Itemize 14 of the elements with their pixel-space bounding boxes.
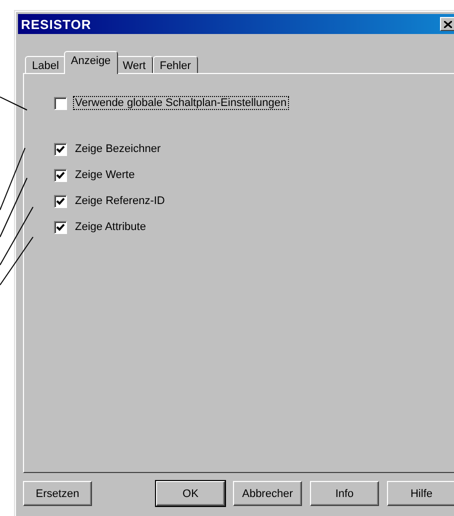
checkbox-label[interactable]: Zeige Attribute (73, 220, 148, 234)
dialog-button[interactable]: Ersetzen (23, 481, 92, 506)
checkbox-label[interactable]: Verwende globale Schaltplan-Einstellungen (73, 96, 289, 110)
tab[interactable]: Label (25, 56, 66, 74)
window-title: RESISTOR (21, 16, 92, 32)
checkbox-label[interactable]: Zeige Werte (73, 168, 137, 182)
dialog-button[interactable]: Abbrecher (233, 481, 302, 506)
dialog-button[interactable]: Info (310, 481, 379, 506)
checkbox-label[interactable]: Zeige Bezeichner (73, 142, 163, 156)
dialog-button[interactable]: OK (156, 481, 225, 506)
dialog-button[interactable]: Hilfe (387, 481, 454, 506)
checkbox-label[interactable]: Zeige Referenz-ID (73, 194, 167, 208)
tab[interactable]: Anzeige (64, 51, 118, 74)
tab[interactable]: Fehler (152, 56, 198, 74)
